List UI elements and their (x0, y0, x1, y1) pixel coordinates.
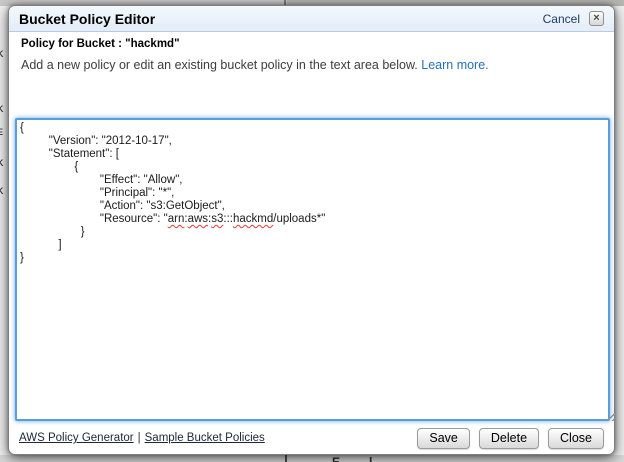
cancel-link[interactable]: Cancel (543, 12, 580, 26)
delete-button[interactable]: Delete (479, 428, 539, 449)
link-separator: | (138, 432, 141, 444)
background-text-fragment: K (0, 104, 4, 114)
background-column-divider-bottom (285, 455, 287, 462)
dialog-description: Add a new policy or edit an existing buc… (21, 58, 489, 72)
aws-policy-generator-link[interactable]: AWS Policy Generator (19, 432, 134, 444)
close-icon[interactable]: × (589, 11, 604, 26)
learn-more-link[interactable]: Learn more. (421, 58, 488, 72)
policy-for-bucket-label: Policy for Bucket : "hackmd" (21, 38, 180, 50)
bucket-policy-editor-dialog: Bucket Policy Editor Cancel × Policy for… (8, 5, 615, 455)
close-button[interactable]: Close (548, 428, 604, 449)
background-text-fragment: E (0, 127, 3, 137)
description-text: Add a new policy or edit an existing buc… (21, 58, 418, 72)
dialog-footer: AWS Policy Generator | Sample Bucket Pol… (9, 427, 614, 449)
background-text-fragment: l (369, 455, 372, 462)
save-button[interactable]: Save (417, 428, 470, 449)
dialog-header: Bucket Policy Editor Cancel × (9, 6, 614, 32)
background-bottom-strip: E l (0, 455, 624, 462)
background-text-fragment: E (332, 455, 340, 462)
sample-bucket-policies-link[interactable]: Sample Bucket Policies (145, 432, 265, 444)
policy-textarea[interactable]: { "Version": "2012-10-17", "Statement": … (15, 118, 610, 421)
background-text-fragment: K (0, 186, 4, 196)
background-text-fragment: K (0, 158, 4, 168)
background-text-fragment: K (0, 49, 4, 59)
dialog-title: Bucket Policy Editor (19, 11, 543, 27)
